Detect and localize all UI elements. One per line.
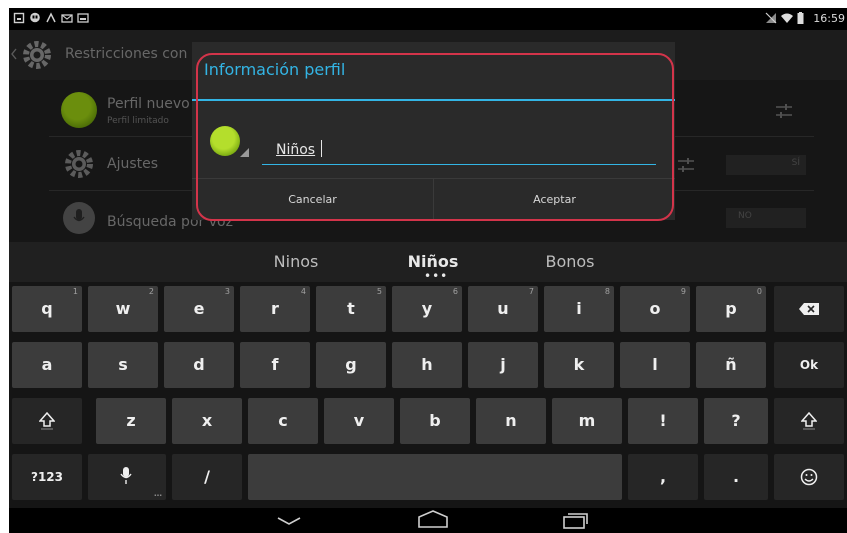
key-u[interactable]: u7 bbox=[468, 286, 538, 332]
download-icon bbox=[13, 12, 25, 24]
battery-icon bbox=[797, 12, 804, 24]
key-b[interactable]: b bbox=[400, 398, 470, 444]
key-m[interactable]: m bbox=[552, 398, 622, 444]
sync-icon bbox=[46, 12, 56, 23]
soft-keyboard: Ninos Niños ••• Bonos q1 w2 e3 r4 t5 y6 … bbox=[9, 242, 847, 508]
key-y[interactable]: y6 bbox=[392, 286, 462, 332]
image-icon bbox=[77, 13, 89, 23]
hide-keyboard-icon[interactable] bbox=[277, 516, 301, 526]
home-icon[interactable] bbox=[417, 510, 449, 528]
suggestion-strip: Ninos Niños ••• Bonos bbox=[9, 242, 847, 283]
clock: 16:59 bbox=[813, 12, 845, 25]
microphone-icon bbox=[120, 467, 132, 484]
navigation-bar bbox=[9, 508, 847, 533]
key-ok[interactable]: Ok bbox=[774, 342, 844, 388]
key-a[interactable]: a bbox=[12, 342, 82, 388]
key-z[interactable]: z bbox=[96, 398, 166, 444]
suggestion-left[interactable]: Ninos bbox=[241, 242, 351, 282]
key-space[interactable] bbox=[248, 454, 622, 500]
key-shift-right[interactable] bbox=[774, 398, 844, 444]
key-w[interactable]: w2 bbox=[88, 286, 158, 332]
key-e[interactable]: e3 bbox=[164, 286, 234, 332]
key-o[interactable]: o9 bbox=[620, 286, 690, 332]
key-j[interactable]: j bbox=[468, 342, 538, 388]
key-p[interactable]: p0 bbox=[696, 286, 766, 332]
shift-icon bbox=[801, 412, 817, 430]
shift-icon bbox=[39, 412, 55, 430]
key-n[interactable]: n bbox=[476, 398, 546, 444]
key-d[interactable]: d bbox=[164, 342, 234, 388]
suggestion-right[interactable]: Bonos bbox=[515, 242, 625, 282]
key-s[interactable]: s bbox=[88, 342, 158, 388]
key-question[interactable]: ? bbox=[704, 398, 768, 444]
android-screen: 16:59 Restricciones con Perfil nuevo Per… bbox=[9, 8, 847, 533]
key-exclamation[interactable]: ! bbox=[628, 398, 698, 444]
more-suggestions-dots: ••• bbox=[424, 269, 449, 283]
key-r[interactable]: r4 bbox=[240, 286, 310, 332]
status-bar: 16:59 bbox=[9, 8, 847, 30]
key-k[interactable]: k bbox=[544, 342, 614, 388]
key-voice[interactable]: … bbox=[88, 454, 166, 500]
hangouts-icon bbox=[30, 12, 40, 23]
key-c[interactable]: c bbox=[248, 398, 318, 444]
highlight-outline bbox=[196, 53, 674, 221]
key-l[interactable]: l bbox=[620, 342, 690, 388]
no-signal-icon bbox=[765, 12, 777, 24]
key-g[interactable]: g bbox=[316, 342, 386, 388]
key-v[interactable]: v bbox=[324, 398, 394, 444]
key-enye[interactable]: ñ bbox=[696, 342, 766, 388]
key-x[interactable]: x bbox=[172, 398, 242, 444]
wifi-icon bbox=[781, 13, 793, 23]
emoji-icon bbox=[800, 468, 818, 486]
key-h[interactable]: h bbox=[392, 342, 462, 388]
key-symbols[interactable]: ?123 bbox=[12, 454, 82, 500]
key-slash[interactable]: / bbox=[172, 454, 242, 500]
key-backspace[interactable] bbox=[774, 286, 844, 332]
key-f[interactable]: f bbox=[240, 342, 310, 388]
key-i[interactable]: i8 bbox=[544, 286, 614, 332]
key-q[interactable]: q1 bbox=[12, 286, 82, 332]
key-emoji[interactable] bbox=[774, 454, 844, 500]
recent-apps-icon[interactable] bbox=[562, 511, 588, 529]
key-t[interactable]: t5 bbox=[316, 286, 386, 332]
key-comma[interactable]: , bbox=[628, 454, 698, 500]
mail-icon bbox=[61, 14, 73, 23]
backspace-icon bbox=[799, 303, 819, 315]
long-press-hint: … bbox=[154, 489, 162, 498]
key-shift-left[interactable] bbox=[12, 398, 82, 444]
key-period[interactable]: . bbox=[704, 454, 768, 500]
